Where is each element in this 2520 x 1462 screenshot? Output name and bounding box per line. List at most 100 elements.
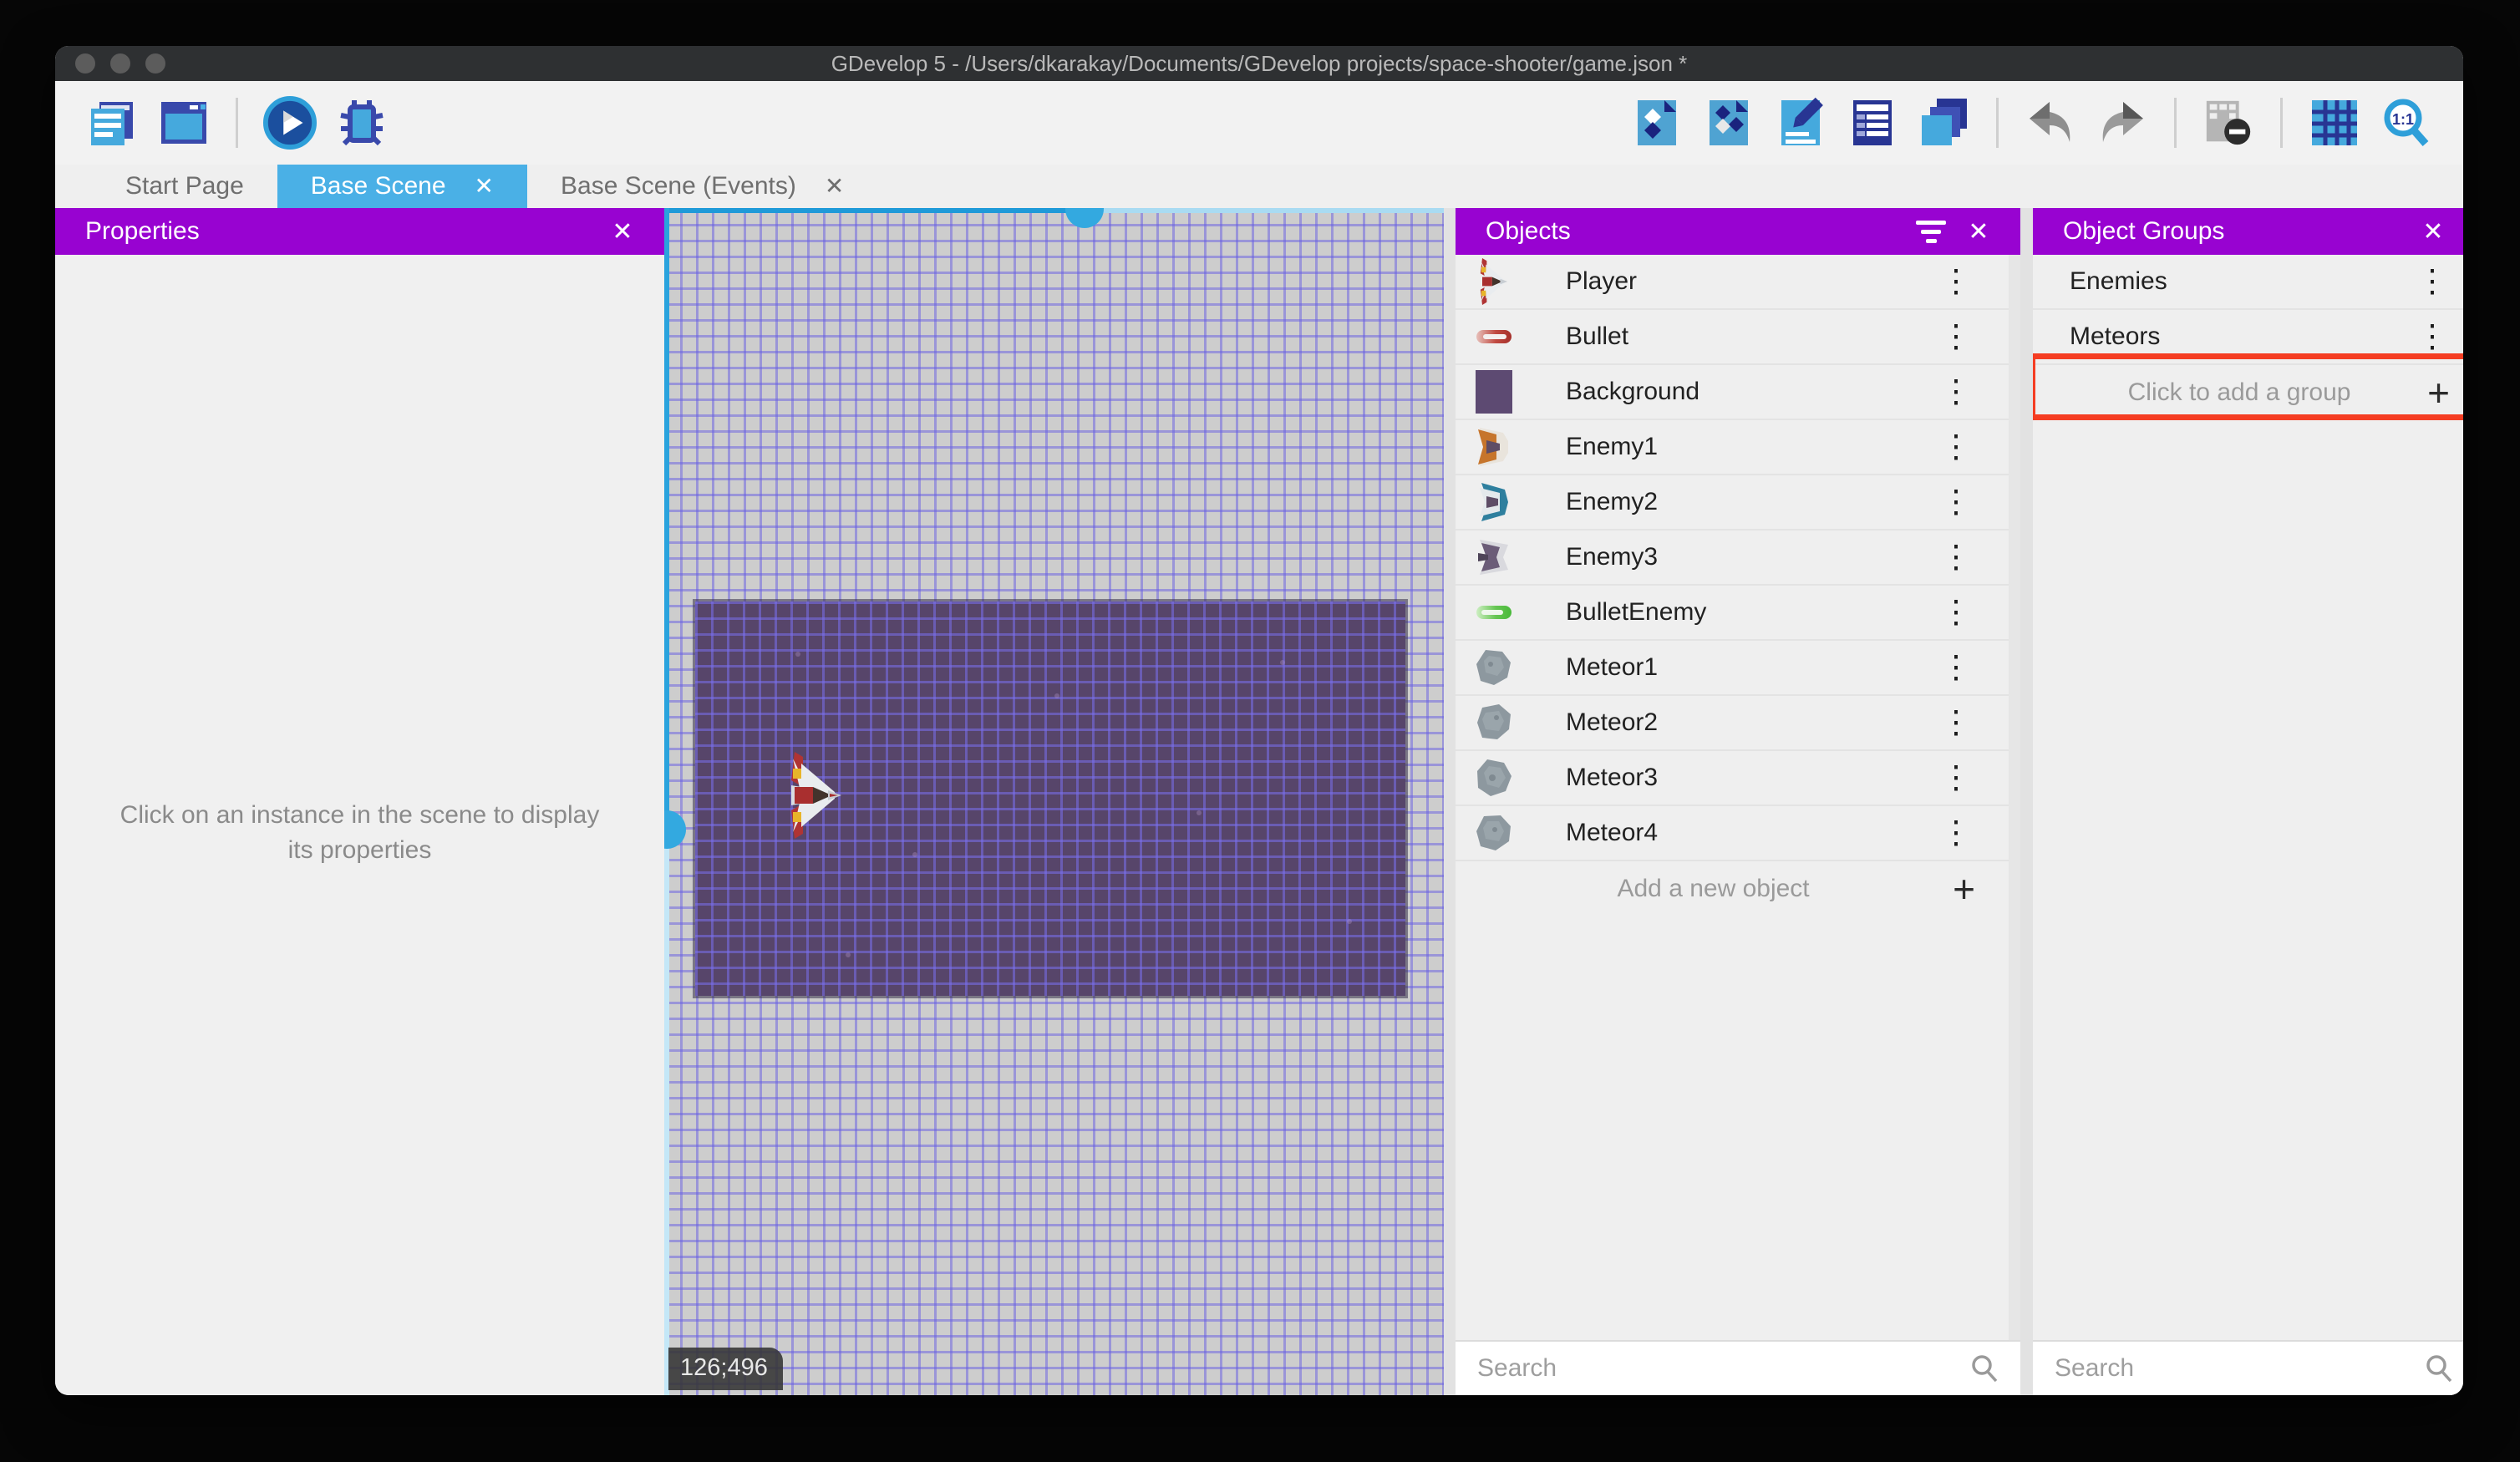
play-icon[interactable] bbox=[263, 96, 317, 150]
enemy1-ship-icon bbox=[1474, 427, 1514, 467]
groups-search-input[interactable] bbox=[2053, 1353, 2423, 1383]
horizontal-scrollbar-thumb[interactable] bbox=[1065, 208, 1104, 228]
tab-label: Start Page bbox=[125, 172, 244, 200]
panel-divider bbox=[2020, 208, 2033, 1395]
group-label: Meteors bbox=[2070, 322, 2161, 350]
object-groups-title: Object Groups bbox=[2063, 217, 2225, 245]
toolbar-divider bbox=[1996, 98, 1999, 148]
meteor-icon bbox=[1474, 703, 1514, 743]
object-row-bullet[interactable]: Bullet ⋮ bbox=[1456, 310, 2009, 365]
kebab-menu-icon[interactable]: ⋮ bbox=[1937, 652, 1975, 683]
objects-search-bar bbox=[1456, 1340, 2020, 1395]
close-icon[interactable]: ✕ bbox=[604, 213, 641, 250]
object-label: Enemy3 bbox=[1566, 543, 1659, 571]
groups-search-bar bbox=[2033, 1340, 2463, 1395]
svg-text:1:1: 1:1 bbox=[2392, 111, 2414, 128]
vertical-scrollbar-thumb[interactable] bbox=[664, 810, 686, 849]
kebab-menu-icon[interactable]: ⋮ bbox=[1937, 376, 1975, 408]
objects-header: Objects ✕ bbox=[1456, 208, 2020, 255]
red-bullet-icon bbox=[1474, 317, 1514, 357]
grid-icon[interactable] bbox=[2308, 96, 2361, 150]
kebab-menu-icon[interactable]: ⋮ bbox=[1937, 707, 1975, 739]
kebab-menu-icon[interactable]: ⋮ bbox=[1937, 596, 1975, 628]
tab-base-scene[interactable]: Base Scene ✕ bbox=[277, 165, 528, 208]
kebab-menu-icon[interactable]: ⋮ bbox=[1937, 431, 1975, 463]
enemy3-ship-icon bbox=[1474, 537, 1514, 577]
group-label: Enemies bbox=[2070, 267, 2167, 295]
search-icon bbox=[1972, 1355, 1998, 1383]
kebab-menu-icon[interactable]: ⋮ bbox=[2413, 266, 2451, 297]
object-row-player[interactable]: Player ⋮ bbox=[1456, 255, 2009, 310]
kebab-menu-icon[interactable]: ⋮ bbox=[2413, 321, 2451, 353]
object-label: Bullet bbox=[1566, 322, 1629, 350]
close-icon[interactable]: ✕ bbox=[2415, 213, 2451, 250]
object-label: Meteor1 bbox=[1566, 653, 1659, 681]
layers-icon[interactable] bbox=[1918, 96, 1971, 150]
object-groups-icon[interactable] bbox=[1702, 96, 1755, 150]
tab-start-page[interactable]: Start Page bbox=[92, 165, 277, 208]
undo-icon[interactable] bbox=[2024, 96, 2077, 150]
properties-header: Properties ✕ bbox=[55, 208, 664, 255]
kebab-menu-icon[interactable]: ⋮ bbox=[1937, 321, 1975, 353]
tab-close-icon[interactable]: ✕ bbox=[825, 175, 844, 198]
object-groups-header: Object Groups ✕ bbox=[2033, 208, 2463, 255]
meteor-icon bbox=[1474, 758, 1514, 798]
green-bullet-icon bbox=[1474, 592, 1514, 632]
tab-base-scene-events[interactable]: Base Scene (Events) ✕ bbox=[527, 165, 877, 208]
redo-icon[interactable] bbox=[2096, 96, 2149, 150]
window-title: GDevelop 5 - /Users/dkarakay/Documents/G… bbox=[831, 50, 1688, 76]
objects-editor-icon[interactable] bbox=[1630, 96, 1684, 150]
tab-bar: Start Page Base Scene ✕ Base Scene (Even… bbox=[55, 165, 2463, 208]
kebab-menu-icon[interactable]: ⋮ bbox=[1937, 266, 1975, 297]
tab-close-icon[interactable]: ✕ bbox=[475, 175, 494, 198]
object-row-meteor4[interactable]: Meteor4 ⋮ bbox=[1456, 806, 2009, 861]
instances-list-icon[interactable] bbox=[1846, 96, 1899, 150]
scene-editor[interactable]: 126;496 bbox=[664, 208, 1444, 1395]
toolbar-right: 1:1 bbox=[1630, 96, 2433, 150]
properties-title: Properties bbox=[85, 217, 200, 245]
group-row-enemies[interactable]: Enemies ⋮ bbox=[2033, 255, 2463, 310]
object-label: Background bbox=[1566, 378, 1700, 405]
objects-panel: Objects ✕ Player ⋮ Bullet ⋮ Background ⋮… bbox=[1444, 208, 2020, 1395]
project-manager-icon[interactable] bbox=[85, 96, 139, 150]
kebab-menu-icon[interactable]: ⋮ bbox=[1937, 817, 1975, 849]
debug-icon[interactable] bbox=[335, 96, 389, 150]
close-icon[interactable]: ✕ bbox=[1960, 213, 1997, 250]
filter-icon[interactable] bbox=[1916, 213, 1960, 250]
add-new-object-button[interactable]: Add a new object + bbox=[1456, 861, 2009, 916]
properties-body: Click on an instance in the scene to dis… bbox=[55, 255, 664, 1395]
tab-label: Base Scene (Events) bbox=[561, 172, 796, 200]
object-row-meteor2[interactable]: Meteor2 ⋮ bbox=[1456, 696, 2009, 751]
object-row-enemy1[interactable]: Enemy1 ⋮ bbox=[1456, 420, 2009, 475]
objects-list: Player ⋮ Bullet ⋮ Background ⋮ Enemy1 ⋮ … bbox=[1456, 255, 2020, 1340]
object-row-meteor1[interactable]: Meteor1 ⋮ bbox=[1456, 641, 2009, 696]
app-window: GDevelop 5 - /Users/dkarakay/Documents/G… bbox=[55, 46, 2463, 1395]
object-label: BulletEnemy bbox=[1566, 598, 1707, 626]
properties-pencil-icon[interactable] bbox=[1774, 96, 1827, 150]
toolbar-divider bbox=[2174, 98, 2177, 148]
properties-panel: Properties ✕ Click on an instance in the… bbox=[55, 208, 664, 1395]
objects-search-input[interactable] bbox=[1476, 1353, 1969, 1383]
object-row-background[interactable]: Background ⋮ bbox=[1456, 365, 2009, 420]
group-row-meteors[interactable]: Meteors ⋮ bbox=[2033, 310, 2463, 365]
kebab-menu-icon[interactable]: ⋮ bbox=[1937, 762, 1975, 794]
object-row-enemy3[interactable]: Enemy3 ⋮ bbox=[1456, 530, 2009, 586]
tab-label: Base Scene bbox=[310, 172, 446, 200]
kebab-menu-icon[interactable]: ⋮ bbox=[1937, 486, 1975, 518]
object-row-meteor3[interactable]: Meteor3 ⋮ bbox=[1456, 751, 2009, 806]
object-row-enemy2[interactable]: Enemy2 ⋮ bbox=[1456, 475, 2009, 530]
scene-window-icon[interactable] bbox=[157, 96, 211, 150]
zoom-1-1-icon[interactable]: 1:1 bbox=[2380, 96, 2433, 150]
object-row-bulletenemy[interactable]: BulletEnemy ⋮ bbox=[1456, 586, 2009, 641]
object-label: Meteor4 bbox=[1566, 819, 1659, 846]
scene-canvas-background[interactable] bbox=[695, 602, 1405, 996]
add-group-button[interactable]: Click to add a group + bbox=[2033, 365, 2463, 420]
objects-scroll-gutter[interactable] bbox=[2009, 255, 2020, 1340]
kebab-menu-icon[interactable]: ⋮ bbox=[1937, 541, 1975, 573]
toolbar: 1:1 bbox=[55, 81, 2463, 165]
mask-remove-icon[interactable] bbox=[2202, 96, 2255, 150]
horizontal-scrollbar-fill bbox=[664, 208, 1082, 213]
object-groups-panel: Object Groups ✕ Enemies ⋮ Meteors ⋮ Clic… bbox=[2033, 208, 2463, 1395]
player-ship-instance[interactable] bbox=[783, 752, 850, 843]
plus-icon: + bbox=[2427, 371, 2450, 414]
